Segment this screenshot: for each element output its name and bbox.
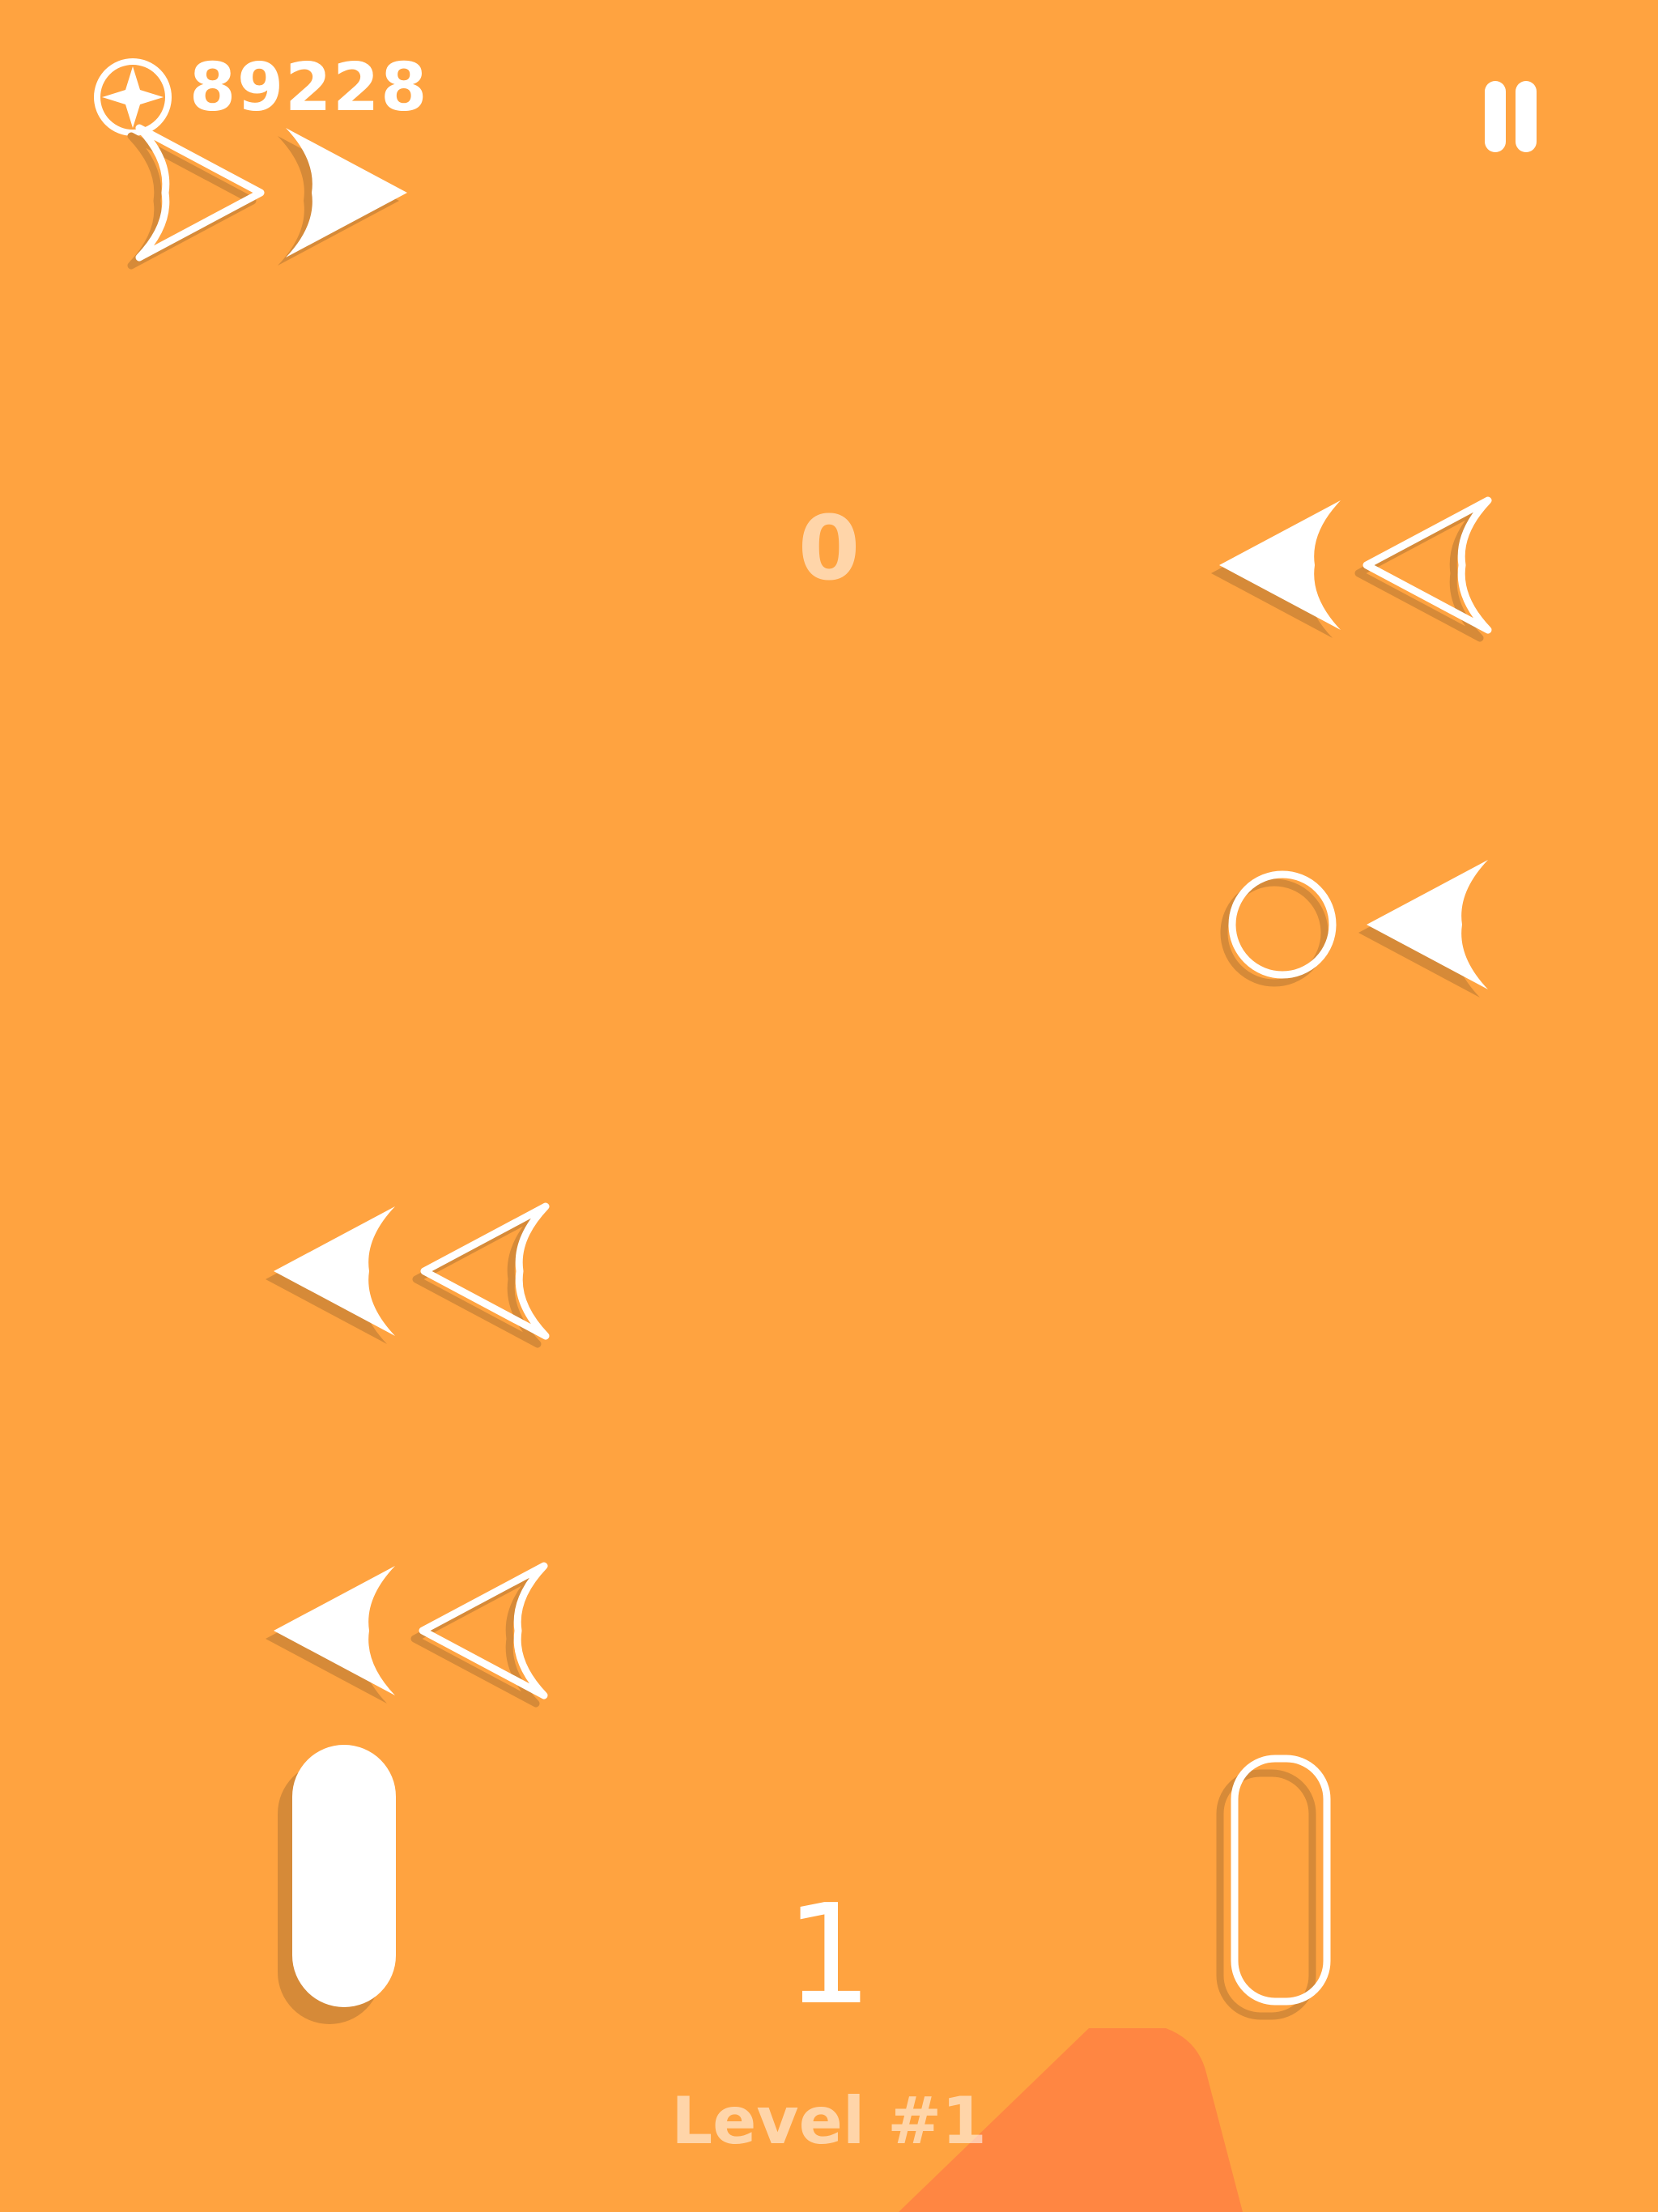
moves-counter: 1 bbox=[784, 1875, 874, 2035]
arrow-left-filled-piece-row3[interactable] bbox=[266, 1206, 395, 1344]
arrow-left-outline-piece-row4[interactable] bbox=[414, 1566, 544, 1704]
pause-button[interactable] bbox=[1473, 81, 1546, 158]
arrow-left-outline-piece-row3[interactable] bbox=[416, 1206, 546, 1344]
arrow-left-filled-piece-row2[interactable] bbox=[1358, 860, 1488, 998]
ring-piece[interactable] bbox=[1220, 870, 1337, 987]
arrow-right-outline-piece[interactable] bbox=[131, 128, 261, 266]
pause-icon bbox=[1485, 81, 1506, 152]
arrow-right-filled-piece[interactable] bbox=[278, 128, 407, 266]
star-coin-icon bbox=[94, 58, 172, 136]
arrow-left-filled-piece-row4[interactable] bbox=[266, 1566, 395, 1704]
pause-icon-bar bbox=[1516, 81, 1537, 152]
game-board: 89228 0 1 Level #1 bbox=[0, 0, 1658, 2212]
level-label: Level #1 bbox=[671, 2083, 987, 2159]
score-counter: 0 bbox=[797, 496, 861, 600]
coin-count: 89228 bbox=[189, 49, 429, 126]
